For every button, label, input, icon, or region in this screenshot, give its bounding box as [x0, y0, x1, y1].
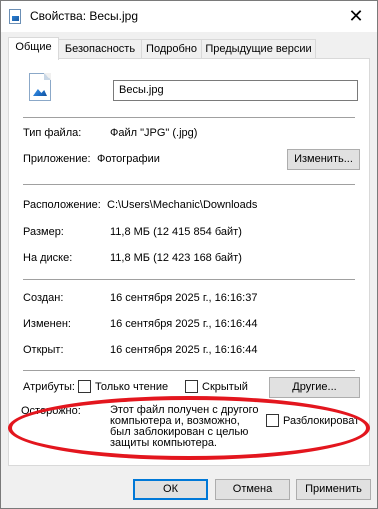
tab-previous-versions[interactable]: Предыдущие версии — [201, 39, 316, 58]
location-label: Расположение: — [23, 199, 101, 211]
hidden-checkbox[interactable] — [185, 380, 198, 393]
location-value: C:\Users\Mechanic\Downloads — [107, 199, 258, 211]
separator — [23, 370, 355, 371]
separator — [23, 279, 355, 280]
app-value: Фотографии — [97, 153, 160, 165]
modified-value: 16 сентября 2025 г., 16:16:44 — [110, 318, 258, 330]
file-name-input[interactable]: Весы.jpg — [113, 80, 358, 101]
unblock-label: Разблокироват — [283, 415, 360, 427]
hidden-label: Скрытый — [202, 381, 248, 393]
jpg-file-icon — [29, 73, 51, 101]
advanced-attributes-button[interactable]: Другие... — [269, 377, 360, 398]
type-label: Тип файла: — [23, 127, 82, 139]
ok-button[interactable]: ОК — [133, 479, 208, 500]
change-app-button[interactable]: Изменить... — [287, 149, 360, 170]
warning-label: Осторожно: — [21, 405, 81, 417]
tab-strip: Общие Безопасность Подробно Предыдущие в… — [1, 32, 377, 60]
properties-window: Свойства: Весы.jpg ✕ Общие Безопасность … — [0, 0, 378, 509]
window-title: Свойства: Весы.jpg — [30, 9, 139, 23]
type-value: Файл "JPG" (.jpg) — [110, 127, 198, 139]
created-value: 16 сентября 2025 г., 16:16:37 — [110, 292, 258, 304]
opened-value: 16 сентября 2025 г., 16:16:44 — [110, 344, 258, 356]
created-label: Создан: — [23, 292, 64, 304]
image-file-icon — [9, 9, 21, 24]
apply-button[interactable]: Применить — [296, 479, 371, 500]
general-tab-panel: Весы.jpg Тип файла: Файл "JPG" (.jpg) Пр… — [8, 58, 370, 466]
cancel-button[interactable]: Отмена — [215, 479, 290, 500]
tab-general[interactable]: Общие — [8, 37, 59, 60]
readonly-checkbox[interactable] — [78, 380, 91, 393]
separator — [23, 184, 355, 185]
size-label: Размер: — [23, 226, 64, 238]
size-value: 11,8 МБ (12 415 854 байт) — [110, 226, 242, 238]
security-warning-text: Этот файл получен с другого компьютера и… — [110, 404, 259, 449]
modified-label: Изменен: — [23, 318, 71, 330]
disk-size-label: На диске: — [23, 252, 73, 264]
tab-security[interactable]: Безопасность — [58, 39, 142, 58]
tab-details[interactable]: Подробно — [141, 39, 202, 58]
attributes-label: Атрибуты: — [23, 381, 75, 393]
disk-size-value: 11,8 МБ (12 423 168 байт) — [110, 252, 242, 264]
unblock-checkbox[interactable] — [266, 414, 279, 427]
readonly-label: Только чтение — [95, 381, 169, 393]
app-label: Приложение: — [23, 153, 91, 165]
close-icon[interactable]: ✕ — [341, 5, 371, 27]
separator — [23, 117, 355, 118]
title-bar: Свойства: Весы.jpg ✕ — [1, 1, 377, 32]
opened-label: Открыт: — [23, 344, 64, 356]
